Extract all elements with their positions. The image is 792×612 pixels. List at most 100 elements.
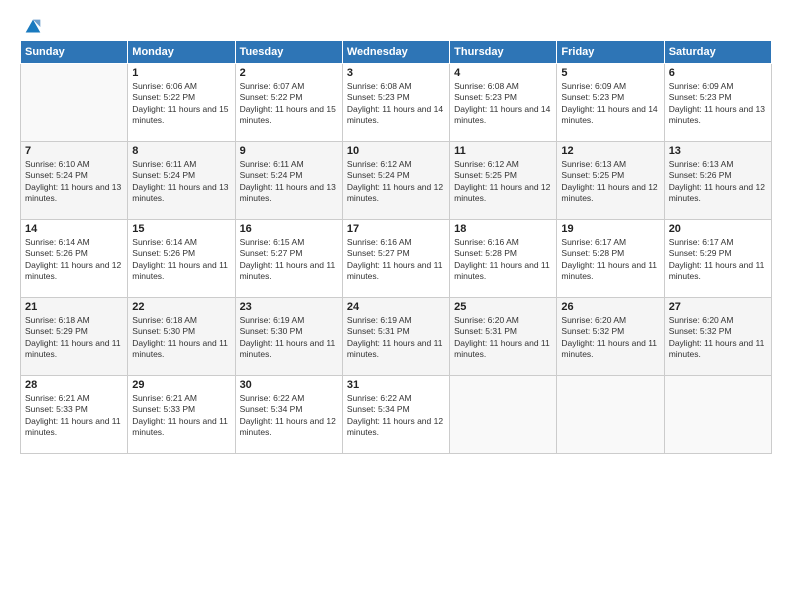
logo <box>20 16 44 34</box>
cell-info: Sunrise: 6:17 AMSunset: 5:28 PMDaylight:… <box>561 237 657 281</box>
table-row: 8 Sunrise: 6:11 AMSunset: 5:24 PMDayligh… <box>128 142 235 220</box>
day-number: 14 <box>25 223 123 235</box>
header <box>20 16 772 34</box>
table-row: 9 Sunrise: 6:11 AMSunset: 5:24 PMDayligh… <box>235 142 342 220</box>
cell-info: Sunrise: 6:11 AMSunset: 5:24 PMDaylight:… <box>132 159 228 203</box>
col-sunday: Sunday <box>21 41 128 64</box>
day-number: 5 <box>561 67 659 79</box>
table-row: 7 Sunrise: 6:10 AMSunset: 5:24 PMDayligh… <box>21 142 128 220</box>
table-row: 17 Sunrise: 6:16 AMSunset: 5:27 PMDaylig… <box>342 220 449 298</box>
table-row: 29 Sunrise: 6:21 AMSunset: 5:33 PMDaylig… <box>128 376 235 454</box>
cell-info: Sunrise: 6:11 AMSunset: 5:24 PMDaylight:… <box>240 159 336 203</box>
cell-info: Sunrise: 6:06 AMSunset: 5:22 PMDaylight:… <box>132 81 228 125</box>
col-thursday: Thursday <box>450 41 557 64</box>
cell-info: Sunrise: 6:20 AMSunset: 5:31 PMDaylight:… <box>454 315 550 359</box>
table-row: 23 Sunrise: 6:19 AMSunset: 5:30 PMDaylig… <box>235 298 342 376</box>
cell-info: Sunrise: 6:21 AMSunset: 5:33 PMDaylight:… <box>132 393 228 437</box>
col-friday: Friday <box>557 41 664 64</box>
table-row <box>21 64 128 142</box>
cell-info: Sunrise: 6:08 AMSunset: 5:23 PMDaylight:… <box>347 81 443 125</box>
calendar-week-2: 7 Sunrise: 6:10 AMSunset: 5:24 PMDayligh… <box>21 142 772 220</box>
table-row: 4 Sunrise: 6:08 AMSunset: 5:23 PMDayligh… <box>450 64 557 142</box>
cell-info: Sunrise: 6:16 AMSunset: 5:27 PMDaylight:… <box>347 237 443 281</box>
table-row: 18 Sunrise: 6:16 AMSunset: 5:28 PMDaylig… <box>450 220 557 298</box>
day-number: 10 <box>347 145 445 157</box>
cell-info: Sunrise: 6:18 AMSunset: 5:29 PMDaylight:… <box>25 315 121 359</box>
table-row: 3 Sunrise: 6:08 AMSunset: 5:23 PMDayligh… <box>342 64 449 142</box>
calendar-week-4: 21 Sunrise: 6:18 AMSunset: 5:29 PMDaylig… <box>21 298 772 376</box>
table-row: 20 Sunrise: 6:17 AMSunset: 5:29 PMDaylig… <box>664 220 771 298</box>
col-monday: Monday <box>128 41 235 64</box>
cell-info: Sunrise: 6:22 AMSunset: 5:34 PMDaylight:… <box>347 393 443 437</box>
day-number: 12 <box>561 145 659 157</box>
table-row: 13 Sunrise: 6:13 AMSunset: 5:26 PMDaylig… <box>664 142 771 220</box>
day-number: 1 <box>132 67 230 79</box>
day-number: 30 <box>240 379 338 391</box>
calendar-week-1: 1 Sunrise: 6:06 AMSunset: 5:22 PMDayligh… <box>21 64 772 142</box>
day-number: 31 <box>347 379 445 391</box>
day-number: 13 <box>669 145 767 157</box>
table-row: 27 Sunrise: 6:20 AMSunset: 5:32 PMDaylig… <box>664 298 771 376</box>
col-tuesday: Tuesday <box>235 41 342 64</box>
day-number: 28 <box>25 379 123 391</box>
day-number: 18 <box>454 223 552 235</box>
cell-info: Sunrise: 6:22 AMSunset: 5:34 PMDaylight:… <box>240 393 336 437</box>
day-number: 22 <box>132 301 230 313</box>
table-row: 24 Sunrise: 6:19 AMSunset: 5:31 PMDaylig… <box>342 298 449 376</box>
cell-info: Sunrise: 6:19 AMSunset: 5:30 PMDaylight:… <box>240 315 336 359</box>
table-row <box>664 376 771 454</box>
day-number: 2 <box>240 67 338 79</box>
day-number: 3 <box>347 67 445 79</box>
table-row: 22 Sunrise: 6:18 AMSunset: 5:30 PMDaylig… <box>128 298 235 376</box>
cell-info: Sunrise: 6:16 AMSunset: 5:28 PMDaylight:… <box>454 237 550 281</box>
table-row: 28 Sunrise: 6:21 AMSunset: 5:33 PMDaylig… <box>21 376 128 454</box>
cell-info: Sunrise: 6:10 AMSunset: 5:24 PMDaylight:… <box>25 159 121 203</box>
col-saturday: Saturday <box>664 41 771 64</box>
table-row: 1 Sunrise: 6:06 AMSunset: 5:22 PMDayligh… <box>128 64 235 142</box>
day-number: 29 <box>132 379 230 391</box>
cell-info: Sunrise: 6:20 AMSunset: 5:32 PMDaylight:… <box>669 315 765 359</box>
table-row: 11 Sunrise: 6:12 AMSunset: 5:25 PMDaylig… <box>450 142 557 220</box>
table-row: 15 Sunrise: 6:14 AMSunset: 5:26 PMDaylig… <box>128 220 235 298</box>
calendar-table: Sunday Monday Tuesday Wednesday Thursday… <box>20 40 772 454</box>
day-number: 16 <box>240 223 338 235</box>
table-row: 26 Sunrise: 6:20 AMSunset: 5:32 PMDaylig… <box>557 298 664 376</box>
day-number: 17 <box>347 223 445 235</box>
day-number: 6 <box>669 67 767 79</box>
logo-icon <box>22 16 44 38</box>
cell-info: Sunrise: 6:17 AMSunset: 5:29 PMDaylight:… <box>669 237 765 281</box>
day-number: 20 <box>669 223 767 235</box>
table-row: 5 Sunrise: 6:09 AMSunset: 5:23 PMDayligh… <box>557 64 664 142</box>
day-number: 21 <box>25 301 123 313</box>
cell-info: Sunrise: 6:07 AMSunset: 5:22 PMDaylight:… <box>240 81 336 125</box>
cell-info: Sunrise: 6:18 AMSunset: 5:30 PMDaylight:… <box>132 315 228 359</box>
day-number: 26 <box>561 301 659 313</box>
table-row: 12 Sunrise: 6:13 AMSunset: 5:25 PMDaylig… <box>557 142 664 220</box>
day-number: 24 <box>347 301 445 313</box>
cell-info: Sunrise: 6:21 AMSunset: 5:33 PMDaylight:… <box>25 393 121 437</box>
cell-info: Sunrise: 6:09 AMSunset: 5:23 PMDaylight:… <box>669 81 765 125</box>
table-row <box>450 376 557 454</box>
day-number: 23 <box>240 301 338 313</box>
cell-info: Sunrise: 6:14 AMSunset: 5:26 PMDaylight:… <box>25 237 121 281</box>
calendar-week-3: 14 Sunrise: 6:14 AMSunset: 5:26 PMDaylig… <box>21 220 772 298</box>
cell-info: Sunrise: 6:14 AMSunset: 5:26 PMDaylight:… <box>132 237 228 281</box>
cell-info: Sunrise: 6:09 AMSunset: 5:23 PMDaylight:… <box>561 81 657 125</box>
day-number: 7 <box>25 145 123 157</box>
day-number: 8 <box>132 145 230 157</box>
col-wednesday: Wednesday <box>342 41 449 64</box>
day-number: 19 <box>561 223 659 235</box>
cell-info: Sunrise: 6:19 AMSunset: 5:31 PMDaylight:… <box>347 315 443 359</box>
table-row: 31 Sunrise: 6:22 AMSunset: 5:34 PMDaylig… <box>342 376 449 454</box>
table-row: 25 Sunrise: 6:20 AMSunset: 5:31 PMDaylig… <box>450 298 557 376</box>
table-row: 16 Sunrise: 6:15 AMSunset: 5:27 PMDaylig… <box>235 220 342 298</box>
table-row: 2 Sunrise: 6:07 AMSunset: 5:22 PMDayligh… <box>235 64 342 142</box>
calendar-week-5: 28 Sunrise: 6:21 AMSunset: 5:33 PMDaylig… <box>21 376 772 454</box>
table-row: 21 Sunrise: 6:18 AMSunset: 5:29 PMDaylig… <box>21 298 128 376</box>
cell-info: Sunrise: 6:13 AMSunset: 5:25 PMDaylight:… <box>561 159 657 203</box>
day-number: 25 <box>454 301 552 313</box>
day-number: 27 <box>669 301 767 313</box>
table-row: 30 Sunrise: 6:22 AMSunset: 5:34 PMDaylig… <box>235 376 342 454</box>
table-row: 10 Sunrise: 6:12 AMSunset: 5:24 PMDaylig… <box>342 142 449 220</box>
day-number: 15 <box>132 223 230 235</box>
